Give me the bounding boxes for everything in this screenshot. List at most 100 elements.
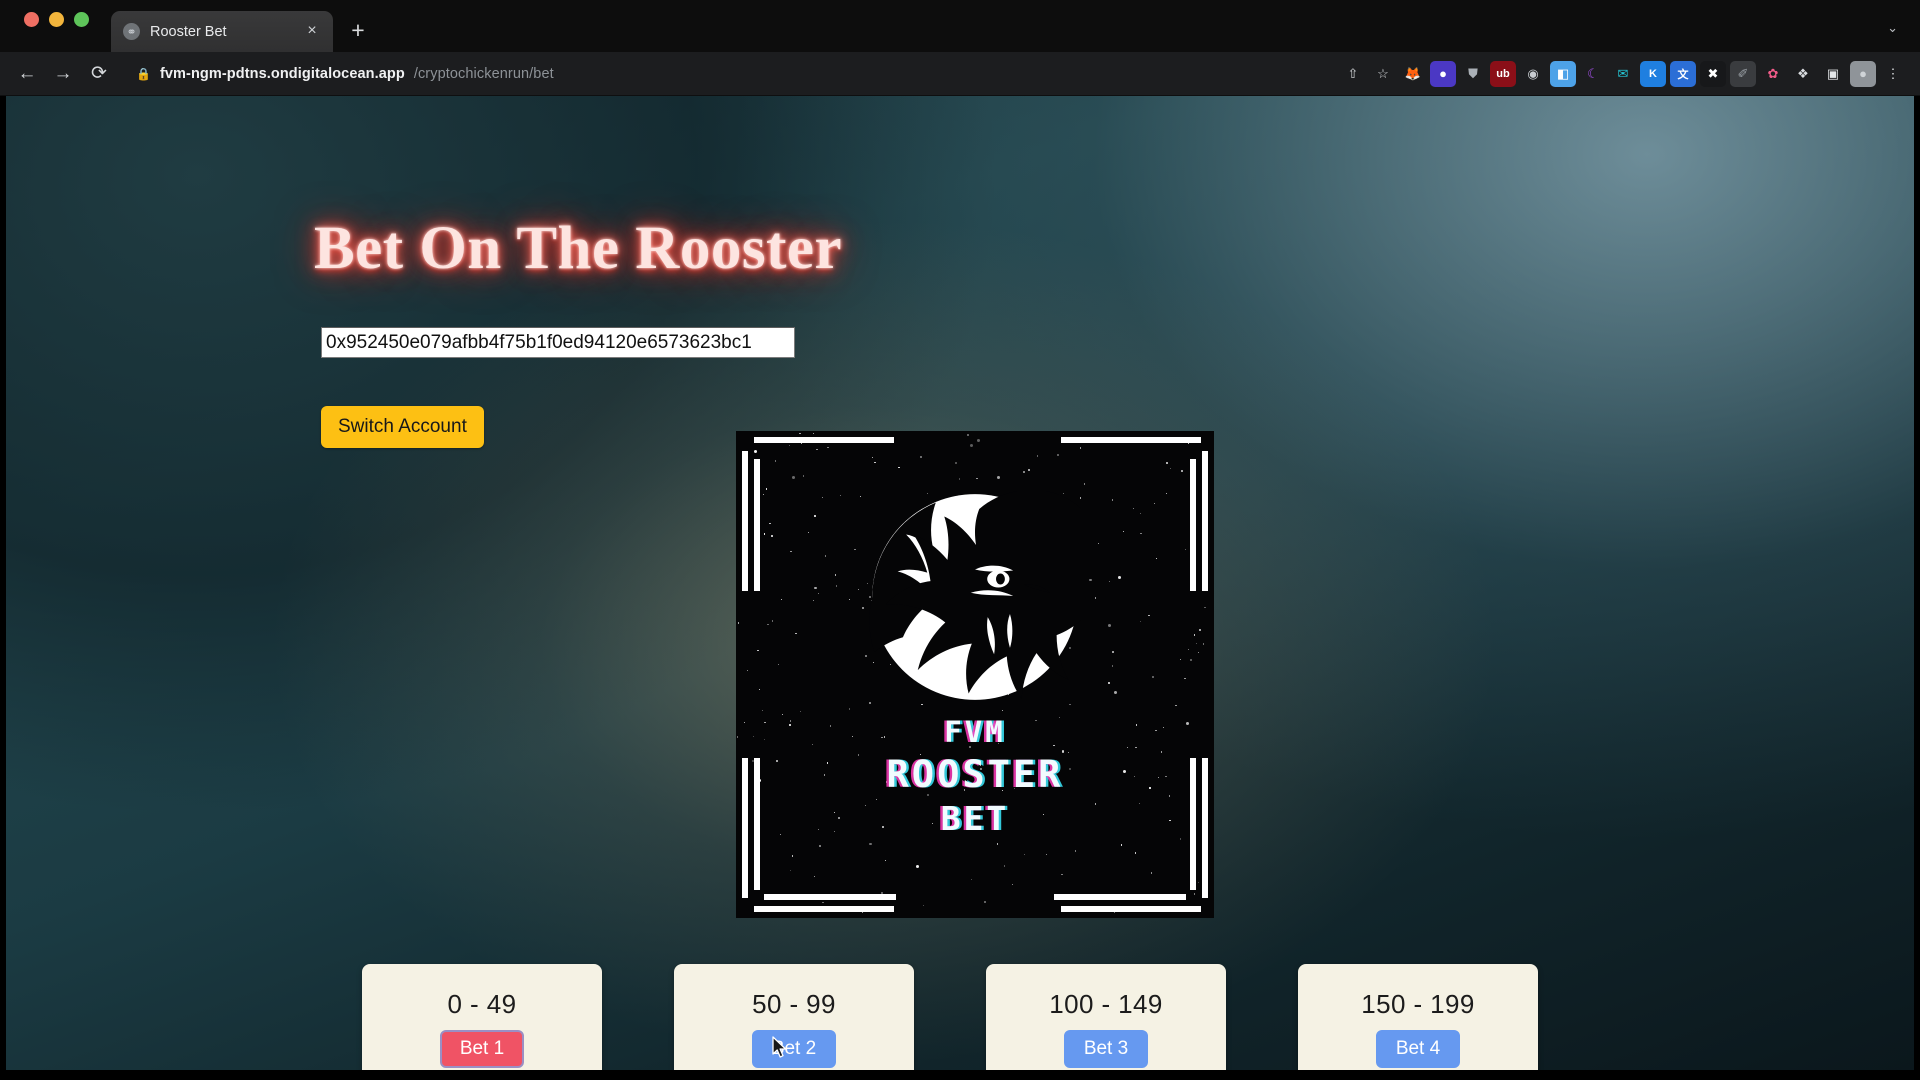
- star: [1184, 548, 1187, 550]
- color-palette-icon[interactable]: ✿: [1760, 61, 1786, 87]
- close-window-button[interactable]: [24, 11, 39, 27]
- maximize-window-button[interactable]: [74, 11, 89, 27]
- bet-card: 100 - 149 Bet 3: [986, 964, 1226, 1070]
- star: [1089, 578, 1092, 582]
- star: [854, 548, 856, 551]
- star: [1075, 850, 1077, 852]
- chrome-menu-icon[interactable]: ⋮: [1880, 61, 1906, 87]
- mail-icon[interactable]: ✉: [1610, 61, 1636, 87]
- extensions-tray: ⇧ ☆ 🦊 ● ⛊ ub ◉ ◧ ☾ ✉ K 文 ✖ ✐ ✿ ❖ ▣ ● ⋮: [1340, 60, 1906, 87]
- back-button[interactable]: ←: [10, 57, 44, 91]
- image-thumb-icon[interactable]: ◧: [1550, 60, 1576, 87]
- frame-line: [1190, 459, 1196, 591]
- shield-icon[interactable]: ⛊: [1460, 61, 1486, 87]
- star: [1023, 853, 1026, 856]
- star: [1181, 470, 1183, 472]
- star: [862, 606, 865, 609]
- bet-button-2[interactable]: Bet 2: [751, 1030, 837, 1068]
- minimize-window-button[interactable]: [49, 11, 64, 27]
- star: [1187, 442, 1189, 445]
- reload-button[interactable]: ⟳: [82, 57, 116, 91]
- bet-range-label: 0 - 49: [447, 989, 517, 1020]
- star: [1045, 853, 1048, 856]
- star: [860, 495, 862, 498]
- star: [759, 688, 761, 691]
- star: [754, 449, 758, 453]
- star: [812, 600, 815, 602]
- bet-button-4[interactable]: Bet 4: [1375, 1030, 1461, 1068]
- address-bar[interactable]: 🔒 fvm-ngm-pdtns.ondigitalocean.app/crypt…: [124, 59, 1332, 89]
- frame-line: [1054, 894, 1186, 900]
- switch-account-button[interactable]: Switch Account: [321, 406, 484, 448]
- star: [1023, 471, 1025, 473]
- bet-button-3[interactable]: Bet 3: [1063, 1030, 1149, 1068]
- star: [920, 456, 922, 458]
- star: [767, 623, 769, 626]
- bet-card: 0 - 49 Bet 1: [362, 964, 602, 1070]
- star: [1151, 676, 1154, 679]
- star: [1197, 651, 1200, 653]
- star: [814, 586, 817, 589]
- star: [762, 493, 764, 496]
- screenshot-camera-icon[interactable]: ◉: [1520, 61, 1546, 87]
- forward-button[interactable]: →: [46, 57, 80, 91]
- star: [1133, 507, 1135, 510]
- moon-theme-icon[interactable]: ☾: [1580, 61, 1606, 87]
- close-tab-icon[interactable]: ×: [303, 22, 321, 41]
- star: [1037, 455, 1039, 457]
- extensions-puzzle-icon[interactable]: ❖: [1790, 61, 1816, 87]
- viewport-bottom-edge: [0, 1070, 1920, 1080]
- browser-tab[interactable]: ⚭ Rooster Bet ×: [111, 11, 333, 52]
- star: [866, 583, 869, 585]
- star: [969, 444, 973, 448]
- globe-icon: ⚭: [123, 23, 140, 40]
- star: [1187, 648, 1190, 651]
- star: [857, 588, 860, 590]
- star: [1148, 614, 1150, 616]
- star: [835, 585, 838, 587]
- star: [959, 478, 961, 480]
- bet-range-label: 150 - 199: [1361, 989, 1475, 1020]
- star: [984, 901, 986, 903]
- frame-line: [742, 451, 748, 591]
- account-address-input[interactable]: 0x952450e079afbb4f75b1f0ed94120e6573623b…: [321, 327, 795, 358]
- star: [1175, 705, 1177, 707]
- profile-avatar[interactable]: ●: [1850, 60, 1876, 87]
- star: [1057, 454, 1060, 457]
- star: [1155, 557, 1158, 559]
- metamask-fox-icon[interactable]: 🦊: [1400, 61, 1426, 87]
- ublock-origin-icon[interactable]: ub: [1490, 60, 1516, 87]
- star: [1122, 531, 1125, 533]
- rooster-bet-logo: FVM ROOSTER BET: [736, 431, 1214, 918]
- share-icon[interactable]: ⇧: [1340, 61, 1366, 87]
- frame-line: [764, 894, 896, 900]
- star: [1140, 532, 1142, 535]
- star: [827, 447, 829, 449]
- star: [778, 663, 780, 665]
- star: [761, 709, 764, 712]
- star: [1112, 499, 1114, 501]
- web-page-content: Bet On The Rooster 0x952450e079afbb4f75b…: [6, 96, 1914, 1070]
- bookmark-star-icon[interactable]: ☆: [1370, 61, 1396, 87]
- star: [884, 859, 886, 861]
- star: [1180, 659, 1182, 661]
- bet-range-label: 50 - 99: [752, 989, 836, 1020]
- keeper-k-icon[interactable]: K: [1640, 60, 1666, 87]
- new-tab-button[interactable]: +: [341, 14, 375, 48]
- bet-button-1[interactable]: Bet 1: [439, 1030, 525, 1068]
- lock-icon: 🔒: [136, 66, 151, 81]
- star: [819, 845, 821, 847]
- sidepanel-icon[interactable]: ▣: [1820, 61, 1846, 87]
- translate-icon[interactable]: 文: [1670, 60, 1696, 87]
- phantom-wallet-icon[interactable]: ●: [1430, 60, 1456, 87]
- notes-icon[interactable]: ✐: [1730, 60, 1756, 87]
- star: [1117, 576, 1121, 580]
- star: [1108, 682, 1110, 684]
- star: [747, 669, 749, 671]
- bet-cards-row: 0 - 49 Bet 1 50 - 99 Bet 2 100 - 149 Bet 3 150…: [362, 964, 1538, 1070]
- star: [807, 531, 809, 534]
- wallet-x-icon[interactable]: ✖: [1700, 60, 1726, 87]
- star: [1165, 492, 1168, 495]
- chevron-down-icon[interactable]: ⌄: [1887, 20, 1920, 52]
- star: [791, 475, 795, 479]
